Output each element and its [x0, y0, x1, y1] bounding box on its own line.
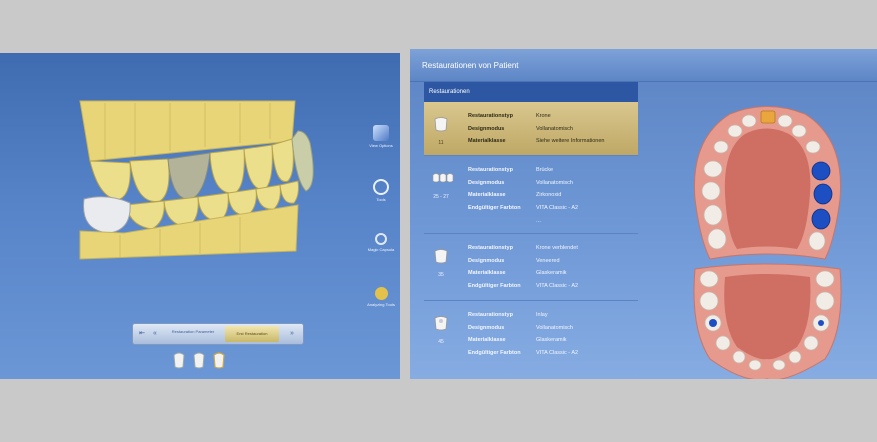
tools-button[interactable]: Tools	[362, 179, 400, 227]
analyzing-tools-button[interactable]: Analyzing Tools	[362, 287, 400, 335]
list-item[interactable]: 25 - 27 Restaurationstyp Brücke Designmod…	[424, 156, 638, 234]
list-item[interactable]: 11 Restaurationstyp Krone Designmodus Voll…	[424, 102, 638, 156]
list-header: Restaurationen	[424, 82, 638, 102]
field-value: VITA Classic - A2	[536, 349, 579, 356]
field-value: Glaskeramik	[536, 337, 567, 343]
field-value: Vollanatomisch	[536, 179, 573, 186]
step-current[interactable]: Erst Restauration	[225, 326, 279, 342]
field-value: Vollanatomisch	[536, 125, 573, 132]
field-value: VITA Classic - A2	[536, 204, 579, 211]
field-value: Glaskeramik	[536, 270, 567, 276]
field-label: Designmodus	[468, 179, 505, 186]
list-item[interactable]: 45 Restaurationstyp Inlay Designmodus Voll…	[424, 301, 638, 367]
field-label: Designmodus	[468, 257, 505, 264]
side-toolbar: View Options Tools Magic Capsula Analyzi…	[362, 123, 400, 341]
magnifier-icon	[375, 233, 387, 245]
tooth-number: 11	[438, 140, 444, 146]
bridge-tooth-icon	[432, 173, 454, 183]
field-label: Endgültiger Farbton	[468, 204, 521, 211]
field-label: Endgültiger Farbton	[468, 282, 521, 289]
crown-tooth-icon	[434, 117, 448, 132]
field-label: Materialklasse	[468, 337, 506, 343]
field-label: Designmodus	[468, 324, 505, 331]
step-next-button[interactable]: »	[283, 326, 301, 342]
field-label: Materialklasse	[468, 270, 506, 276]
step-back-button[interactable]: «	[148, 326, 162, 342]
field-value: Zirkonoxid	[536, 192, 562, 198]
tooth-number: 25 - 27	[433, 194, 449, 200]
workflow-step-bar: ⇤ « Restauration Parameter Erst Restaura…	[132, 323, 304, 345]
tooth-icon[interactable]	[192, 351, 206, 371]
veneered-crown-icon	[434, 249, 448, 264]
home-step-icon[interactable]: ⇤	[136, 326, 148, 342]
jaw-model-3d[interactable]	[60, 81, 320, 281]
view-options-icon	[373, 125, 389, 141]
field-label: Restaurationstyp	[468, 312, 513, 318]
field-value: Veneered	[536, 257, 560, 264]
tooth-icon-selected[interactable]	[212, 351, 226, 371]
field-value: Brücke	[536, 167, 554, 173]
field-value: Vollanatomisch	[536, 324, 573, 331]
field-label: Materialklasse	[468, 192, 506, 198]
magic-capsula-button[interactable]: Magic Capsula	[362, 233, 400, 281]
field-label: Restaurationstyp	[468, 245, 513, 251]
view-options-button[interactable]: View Options	[362, 125, 400, 173]
field-value: VITA Classic - A2	[536, 282, 579, 289]
design-viewport[interactable]: View Options Tools Magic Capsula Analyzi…	[0, 53, 400, 379]
field-value: Krone	[536, 113, 551, 119]
tooth-icon[interactable]	[172, 351, 186, 371]
field-label: Restaurationstyp	[468, 113, 513, 119]
field-label: Endgültiger Farbton	[468, 349, 521, 356]
restorations-dialog: Restaurationen von Patient Restauratione…	[410, 49, 877, 379]
step-previous[interactable]: Restauration Parameter	[163, 326, 223, 342]
restoration-list: Restaurationen 11 Restaurationstyp Krone …	[424, 82, 638, 379]
field-label: Designmodus	[468, 125, 505, 132]
inlay-tooth-icon	[434, 316, 448, 331]
field-label: Materialklasse	[468, 138, 506, 144]
analyzing-tools-icon	[374, 287, 388, 300]
restoration-tooth-selector	[172, 351, 232, 373]
field-value: Krone verblendet	[536, 245, 578, 251]
field-value: Inlay	[536, 312, 548, 318]
field-value: Siehe weitere Informationen	[536, 138, 605, 144]
field-label: Restaurationstyp	[468, 167, 513, 173]
list-item[interactable]: 35 Restaurationstyp Krone verblendet Desi…	[424, 234, 638, 301]
dialog-title: Restaurationen von Patient	[422, 61, 519, 70]
tooth-number: 45	[438, 339, 444, 345]
dental-arch-diagram[interactable]	[685, 99, 850, 379]
tools-icon	[373, 179, 389, 195]
tooth-number: 35	[438, 272, 444, 278]
dialog-header: Restaurationen von Patient	[410, 49, 877, 82]
more-indicator[interactable]: ...	[536, 218, 541, 224]
